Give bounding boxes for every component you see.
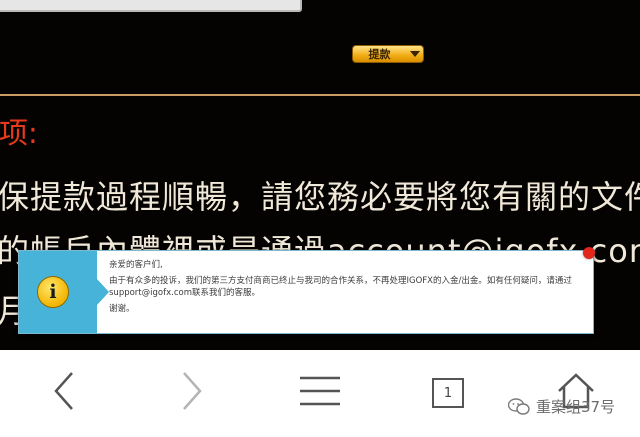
watermark: 重案组37号 — [507, 396, 616, 417]
dialog-pointer — [97, 279, 109, 305]
dropdown-arrow-icon — [406, 46, 423, 62]
chevron-right-icon — [182, 372, 202, 414]
browser-toolbar: 1 — [0, 350, 640, 437]
chevron-left-icon — [54, 372, 74, 414]
back-button[interactable] — [34, 368, 94, 418]
menu-button[interactable] — [290, 368, 350, 418]
tabs-button[interactable]: 1 — [418, 368, 478, 418]
notice-text-line: 保提款過程順暢，請您務必要將您有關的文件 — [0, 178, 640, 216]
dialog-close-button[interactable] — [583, 247, 595, 259]
wechat-logo-icon — [507, 397, 530, 416]
divider-line — [0, 94, 640, 96]
info-icon: i — [37, 276, 69, 308]
dialog-message: 亲爱的客户们, 由于有众多的投诉，我们的第三方支付商商已终止与我司的合作关系，不… — [109, 259, 585, 319]
dialog-closing: 谢谢。 — [109, 304, 135, 314]
withdraw-dropdown[interactable]: 提款 — [352, 45, 424, 63]
notice-dialog: i 亲爱的客户们, 由于有众多的投诉，我们的第三方支付商商已终止与我司的合作关系… — [18, 250, 594, 334]
watermark-text: 重案组37号 — [536, 398, 616, 416]
forward-button[interactable] — [162, 368, 222, 418]
top-panel-fragment — [0, 0, 302, 12]
notice-heading: 项: — [0, 116, 38, 150]
tab-count-badge: 1 — [432, 378, 464, 408]
dialog-body: 由于有众多的投诉，我们的第三方支付商商已终止与我司的合作关系，不再处理IGOFX… — [109, 276, 572, 298]
hamburger-menu-icon — [300, 376, 340, 410]
withdraw-dropdown-label: 提款 — [368, 48, 391, 61]
dialog-icon-panel: i — [19, 251, 97, 333]
dialog-greeting: 亲爱的客户们, — [109, 260, 163, 270]
